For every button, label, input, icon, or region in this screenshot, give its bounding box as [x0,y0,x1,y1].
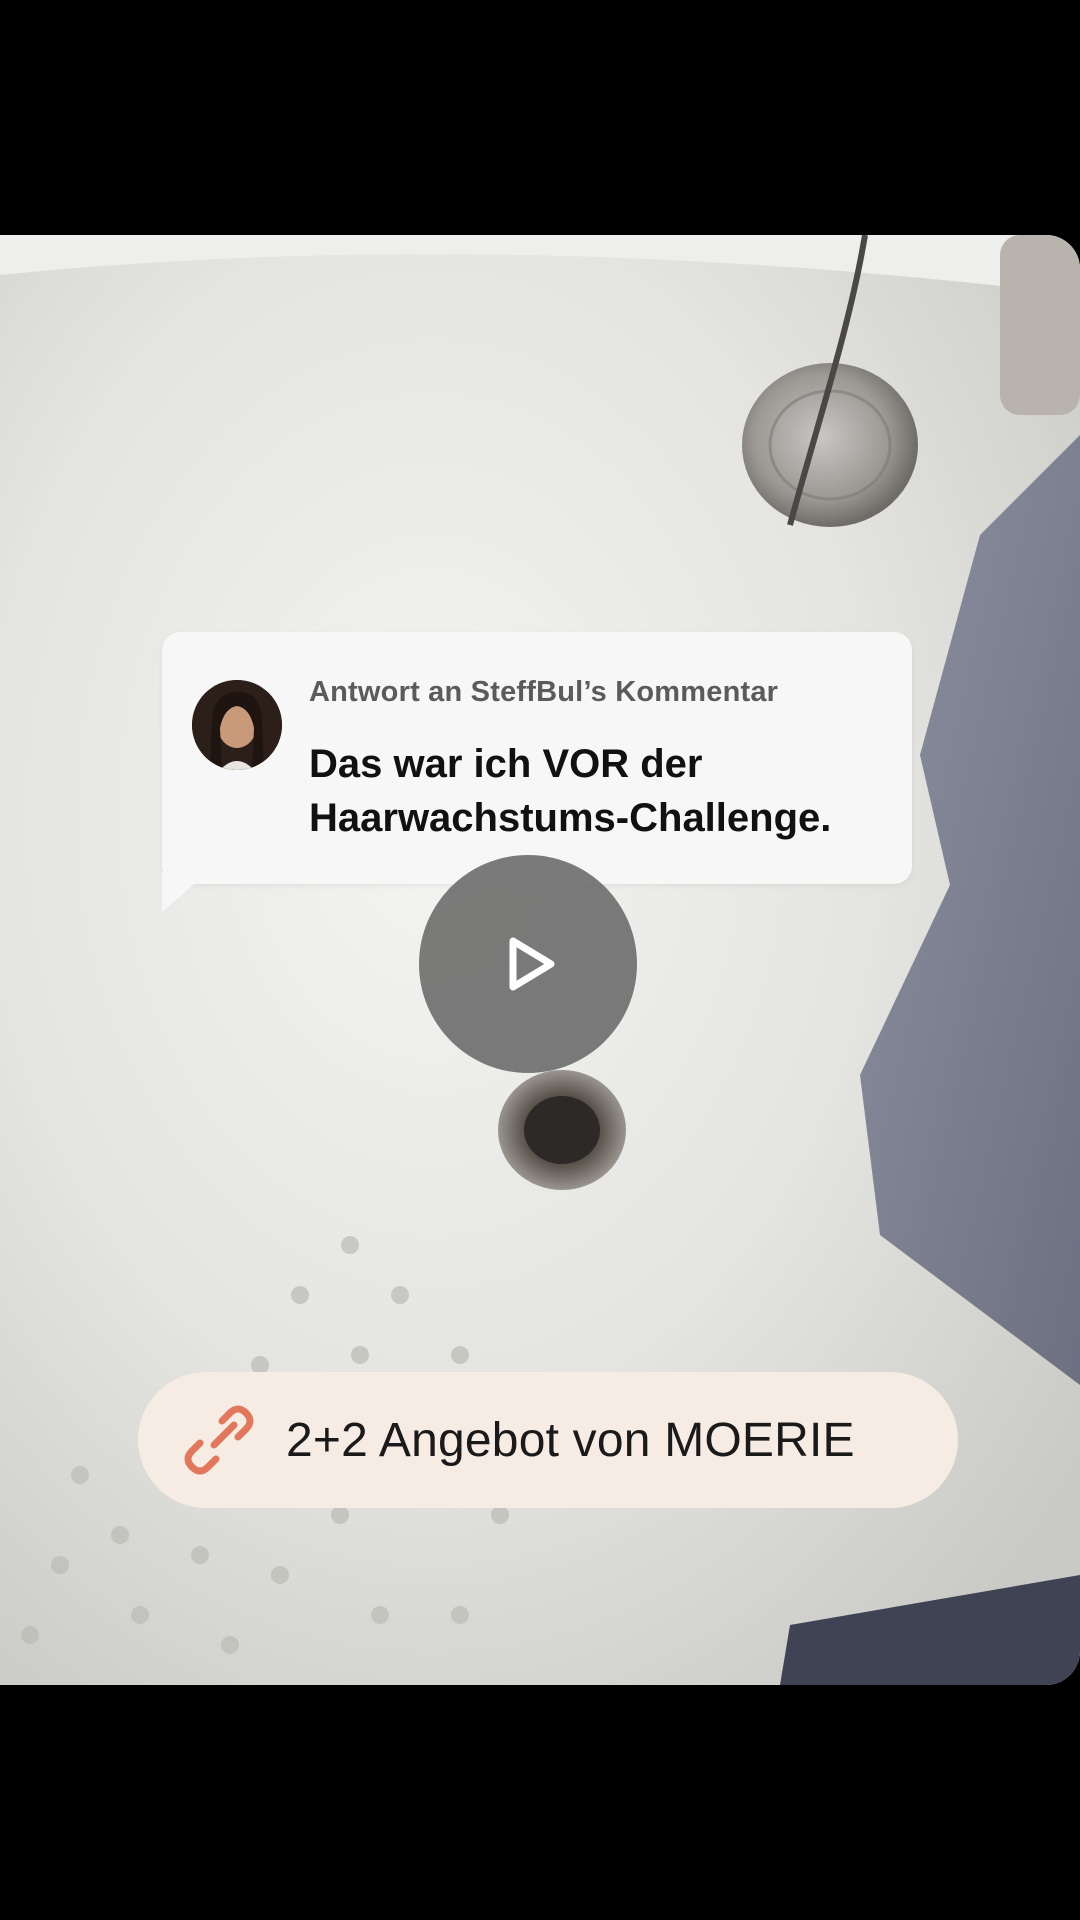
offer-label: 2+2 Angebot von MOERIE [286,1413,855,1467]
offer-link-button[interactable]: 2+2 Angebot von MOERIE [138,1372,958,1508]
comment-reply-card[interactable]: Antwort an SteffBul’s Kommentar Das war … [162,632,912,884]
play-button[interactable] [419,855,637,1073]
reply-comment-text: Das war ich VOR der Haarwachstums-Challe… [309,742,832,840]
avatar [192,680,282,770]
play-icon [509,937,555,991]
reply-context-label: Antwort an SteffBul’s Kommentar [309,676,779,708]
link-icon [184,1405,254,1475]
screen: Antwort an SteffBul’s Kommentar Das war … [0,0,1080,1920]
reply-bubble-tail [162,872,208,912]
